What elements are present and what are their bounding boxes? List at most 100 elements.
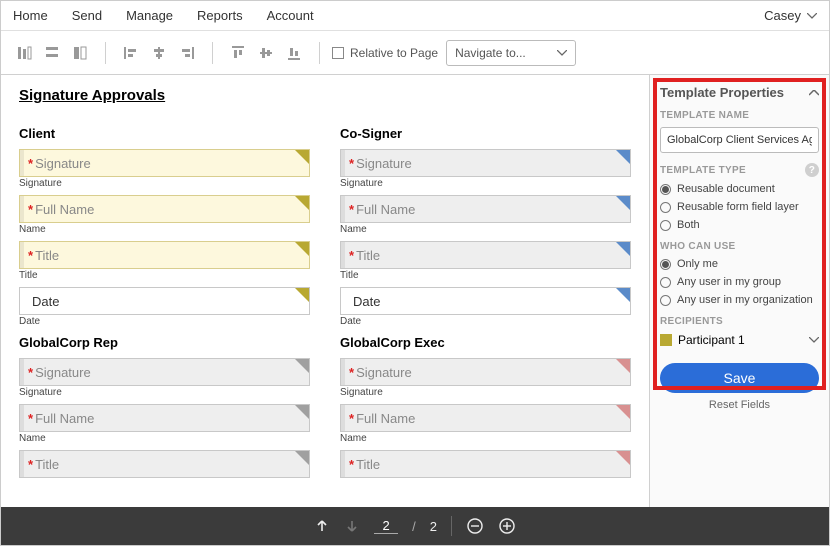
nav-reports[interactable]: Reports <box>197 8 243 23</box>
who-only-me[interactable]: Only me <box>660 258 819 270</box>
page-down-button[interactable] <box>344 518 360 534</box>
align-center-h-btn[interactable] <box>146 40 172 66</box>
field-label: Signature <box>340 178 631 189</box>
form-field[interactable]: *SignatureSignature <box>19 358 310 398</box>
required-asterisk: * <box>349 248 354 263</box>
radio-icon <box>660 220 671 231</box>
form-field[interactable]: *SignatureSignature <box>340 149 631 189</box>
radio-icon <box>660 184 671 195</box>
field-flag-icon <box>616 359 630 373</box>
zoom-in-button[interactable] <box>498 517 516 535</box>
required-asterisk: * <box>349 365 354 380</box>
field-label: Signature <box>340 387 631 398</box>
main-area: Signature Approvals Client*SignatureSign… <box>1 75 829 507</box>
form-field[interactable]: *Full NameName <box>19 404 310 444</box>
page-separator: / <box>412 519 416 534</box>
align-right-btn[interactable] <box>174 40 200 66</box>
group-title: Client <box>19 126 310 141</box>
form-field[interactable]: *Title <box>340 450 631 478</box>
form-field[interactable]: *TitleTitle <box>340 241 631 281</box>
form-field[interactable]: *Full NameName <box>340 195 631 235</box>
field-flag-icon <box>295 405 309 419</box>
type-both[interactable]: Both <box>660 219 819 231</box>
field-flag-icon <box>295 451 309 465</box>
field-flag-icon <box>616 150 630 164</box>
zoom-out-button[interactable] <box>466 517 484 535</box>
type-reusable-document[interactable]: Reusable document <box>660 183 819 195</box>
caret-down-icon <box>807 13 817 19</box>
field-label: Title <box>19 270 310 281</box>
checkbox-icon <box>332 47 344 59</box>
document-canvas[interactable]: Signature Approvals Client*SignatureSign… <box>1 75 649 507</box>
align-group-1 <box>11 40 93 66</box>
required-asterisk: * <box>28 202 33 217</box>
field-placeholder: Signature <box>356 156 412 171</box>
field-label: Date <box>340 316 631 327</box>
required-asterisk: * <box>349 411 354 426</box>
form-field[interactable]: *Title <box>19 450 310 478</box>
relative-to-page-checkbox[interactable]: Relative to Page <box>332 46 438 60</box>
recipients-label: RECIPIENTS <box>660 316 819 327</box>
group-title: GlobalCorp Exec <box>340 335 631 350</box>
required-asterisk: * <box>28 457 33 472</box>
align-group-2 <box>118 40 200 66</box>
toolbar-separator <box>319 42 320 64</box>
form-field[interactable]: *TitleTitle <box>19 241 310 281</box>
help-icon[interactable]: ? <box>805 163 819 177</box>
field-flag-icon <box>616 405 630 419</box>
field-label: Signature <box>19 387 310 398</box>
page-up-button[interactable] <box>314 518 330 534</box>
toolbar-separator <box>212 42 213 64</box>
align-btn-2[interactable] <box>39 40 65 66</box>
align-group-3 <box>225 40 307 66</box>
align-btn-3[interactable] <box>67 40 93 66</box>
recipient-participant-1[interactable]: Participant 1 <box>660 333 819 347</box>
form-field[interactable]: *Full NameName <box>19 195 310 235</box>
nav-account[interactable]: Account <box>267 8 314 23</box>
type-reusable-form-field[interactable]: Reusable form field layer <box>660 201 819 213</box>
form-field[interactable]: DateDate <box>19 287 310 327</box>
required-asterisk: * <box>349 202 354 217</box>
field-placeholder: Signature <box>35 156 91 171</box>
navigate-label: Navigate to... <box>455 46 526 60</box>
field-placeholder: Date <box>353 294 380 309</box>
field-label: Name <box>340 433 631 444</box>
field-flag-icon <box>295 288 309 302</box>
form-field[interactable]: *SignatureSignature <box>19 149 310 189</box>
page-current-input[interactable] <box>374 518 398 534</box>
reset-fields-link[interactable]: Reset Fields <box>660 399 819 411</box>
save-button[interactable]: Save <box>660 363 819 393</box>
field-flag-icon <box>295 359 309 373</box>
who-my-group[interactable]: Any user in my group <box>660 276 819 288</box>
field-flag-icon <box>295 196 309 210</box>
field-flag-icon <box>295 242 309 256</box>
form-field[interactable]: *Full NameName <box>340 404 631 444</box>
user-menu[interactable]: Casey <box>764 8 817 23</box>
align-center-v-btn[interactable] <box>253 40 279 66</box>
field-label: Name <box>19 224 310 235</box>
template-name-input[interactable]: GlobalCorp Client Services Agreement <box>660 127 819 153</box>
align-top-btn[interactable] <box>225 40 251 66</box>
group-title: GlobalCorp Rep <box>19 335 310 350</box>
navigate-to-dropdown[interactable]: Navigate to... <box>446 40 576 66</box>
who-my-org[interactable]: Any user in my organization <box>660 294 819 306</box>
radio-icon <box>660 202 671 213</box>
align-left-btn[interactable] <box>118 40 144 66</box>
align-bottom-btn[interactable] <box>281 40 307 66</box>
required-asterisk: * <box>28 365 33 380</box>
field-label: Name <box>19 433 310 444</box>
radio-icon <box>660 259 671 270</box>
field-placeholder: Title <box>35 457 59 472</box>
field-flag-icon <box>295 150 309 164</box>
field-placeholder: Title <box>356 457 380 472</box>
nav-home[interactable]: Home <box>13 8 48 23</box>
nav-send[interactable]: Send <box>72 8 102 23</box>
nav-manage[interactable]: Manage <box>126 8 173 23</box>
radio-icon <box>660 295 671 306</box>
panel-header[interactable]: Template Properties <box>660 85 819 100</box>
required-asterisk: * <box>28 411 33 426</box>
field-placeholder: Signature <box>356 365 412 380</box>
form-field[interactable]: Date Date <box>340 287 631 327</box>
align-btn-1[interactable] <box>11 40 37 66</box>
form-field[interactable]: *SignatureSignature <box>340 358 631 398</box>
